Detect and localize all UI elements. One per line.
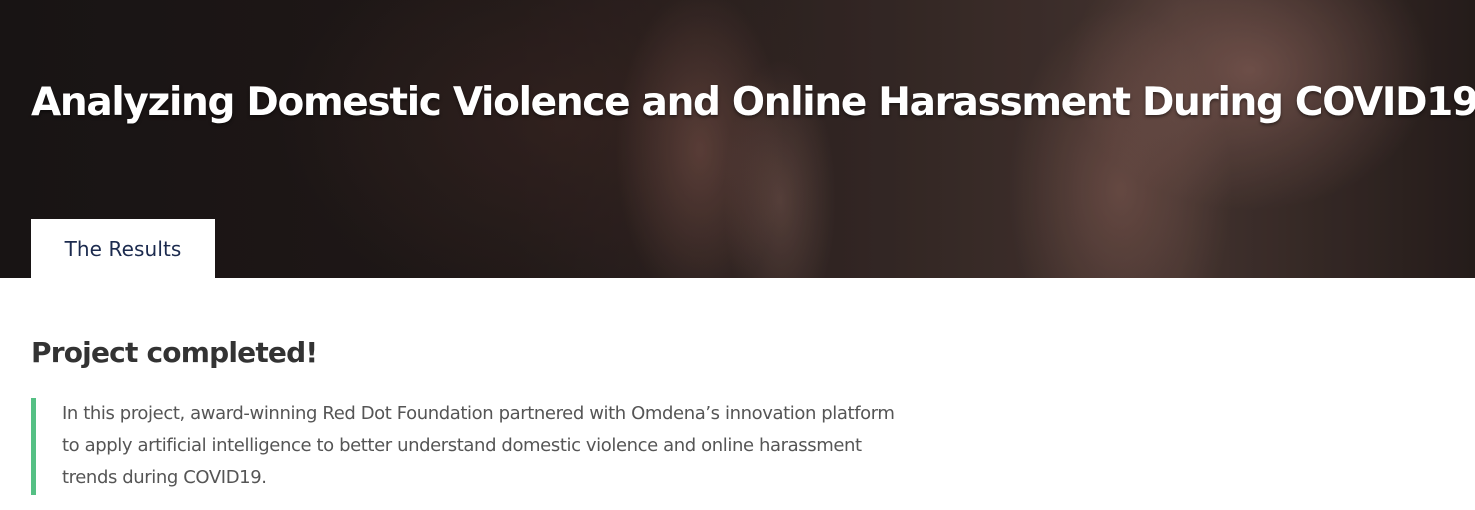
- project-description-text: In this project, award-winning Red Dot F…: [62, 403, 895, 488]
- project-status-heading: Project completed!: [31, 336, 318, 369]
- hero-banner: Analyzing Domestic Violence and Online H…: [0, 0, 1475, 278]
- hero-background-image: [0, 0, 1475, 278]
- tab-label: The Results: [64, 236, 182, 261]
- tab-the-results[interactable]: The Results: [31, 219, 215, 278]
- project-description-quote: In this project, award-winning Red Dot F…: [31, 398, 911, 495]
- page-title: Analyzing Domestic Violence and Online H…: [31, 80, 1475, 125]
